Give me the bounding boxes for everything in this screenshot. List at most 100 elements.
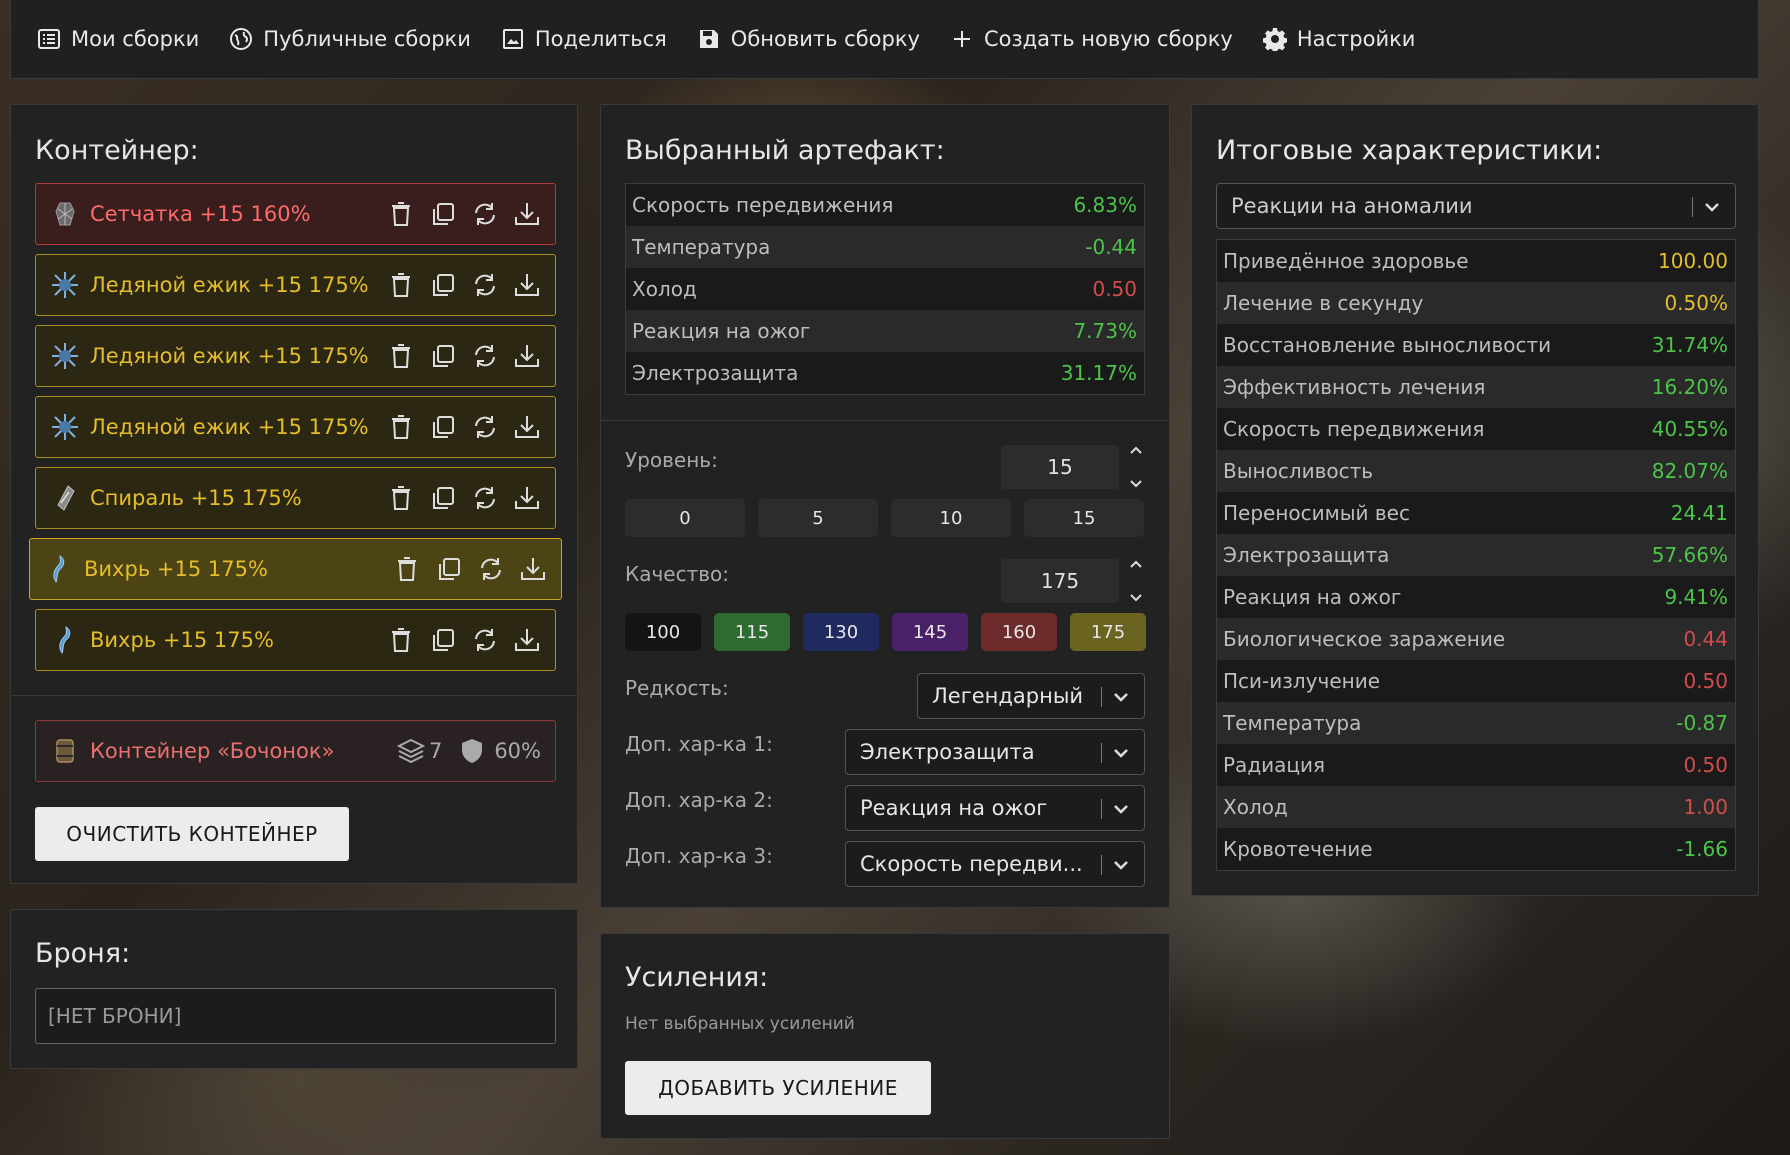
download-icon[interactable] xyxy=(513,626,541,654)
quality-preset-chip[interactable]: 160 xyxy=(981,613,1057,651)
quality-stepper[interactable] xyxy=(1127,559,1145,603)
quality-preset-chip[interactable]: 130 xyxy=(803,613,879,651)
trash-icon[interactable] xyxy=(387,342,415,370)
stat-name: Реакция на ожог xyxy=(1223,585,1402,609)
level-preset-chip[interactable]: 0 xyxy=(625,499,745,537)
copy-icon[interactable] xyxy=(429,342,457,370)
extra2-select[interactable]: Реакция на ожог xyxy=(845,785,1145,831)
barrel-container-row[interactable]: Контейнер «Бочонок» 7 60% xyxy=(35,720,556,782)
refresh-icon[interactable] xyxy=(471,413,499,441)
armor-placeholder: [НЕТ БРОНИ] xyxy=(48,1004,182,1028)
stat-row: Реакция на ожог 9.41% xyxy=(1217,576,1735,618)
refresh-icon[interactable] xyxy=(471,626,499,654)
extra3-select[interactable]: Скорость передви... xyxy=(845,841,1145,887)
trash-icon[interactable] xyxy=(387,413,415,441)
stat-value: 9.41% xyxy=(1664,585,1728,609)
copy-icon[interactable] xyxy=(435,555,463,583)
chevron-up-icon[interactable] xyxy=(1129,559,1143,569)
nav-share[interactable]: Поделиться xyxy=(501,27,667,51)
trash-icon[interactable] xyxy=(387,626,415,654)
download-icon[interactable] xyxy=(519,555,547,583)
stat-name: Переносимый вес xyxy=(1223,501,1410,525)
barrel-label: Контейнер «Бочонок» xyxy=(90,739,335,763)
artifact-row[interactable]: Вихрь +15 175% xyxy=(29,538,562,600)
trash-icon[interactable] xyxy=(387,271,415,299)
stat-name: Электрозащита xyxy=(632,361,799,385)
artifact-row[interactable]: Ледяной ежик +15 175% xyxy=(35,396,556,458)
nav-share-label: Поделиться xyxy=(534,27,667,51)
stat-name: Электрозащита xyxy=(1223,543,1390,567)
level-stepper[interactable] xyxy=(1127,445,1145,489)
chevron-down-icon xyxy=(1114,749,1128,758)
copy-icon[interactable] xyxy=(429,413,457,441)
totals-filter-select[interactable]: Реакции на аномалии xyxy=(1216,183,1736,229)
chevron-down-icon[interactable] xyxy=(1129,479,1143,489)
nav-my-builds[interactable]: Мои сборки xyxy=(37,27,199,51)
level-preset-chip[interactable]: 15 xyxy=(1024,499,1144,537)
quality-preset-chip[interactable]: 145 xyxy=(892,613,968,651)
download-icon[interactable] xyxy=(513,271,541,299)
stat-row: Приведённое здоровье 100.00 xyxy=(1217,240,1735,282)
clear-container-button[interactable]: ОЧИСТИТЬ КОНТЕЙНЕР xyxy=(35,807,349,861)
download-icon[interactable] xyxy=(513,413,541,441)
rarity-select[interactable]: Легендарный xyxy=(917,673,1145,719)
stat-row: Лечение в секунду 0.50% xyxy=(1217,282,1735,324)
nav-create-build[interactable]: Создать новую сборку xyxy=(950,27,1233,51)
artifact-actions xyxy=(393,555,547,583)
armor-select[interactable]: [НЕТ БРОНИ] xyxy=(35,988,556,1044)
artifact-label: Сетчатка +15 160% xyxy=(90,202,311,226)
image-icon xyxy=(501,27,525,51)
artifact-row[interactable]: Ледяной ежик +15 175% xyxy=(35,254,556,316)
artifact-actions xyxy=(387,484,541,512)
copy-icon[interactable] xyxy=(429,200,457,228)
quality-preset-chip[interactable]: 175 xyxy=(1070,613,1146,651)
download-icon[interactable] xyxy=(513,342,541,370)
download-icon[interactable] xyxy=(513,200,541,228)
armor-title: Броня: xyxy=(35,938,131,969)
refresh-icon[interactable] xyxy=(471,484,499,512)
stat-name: Реакция на ожог xyxy=(632,319,811,343)
level-input[interactable]: 15 xyxy=(1001,445,1119,489)
copy-icon[interactable] xyxy=(429,271,457,299)
stat-name: Биологическое заражение xyxy=(1223,627,1506,651)
chevron-up-icon[interactable] xyxy=(1129,445,1143,455)
refresh-icon[interactable] xyxy=(471,342,499,370)
nav-public-builds[interactable]: Публичные сборки xyxy=(229,27,471,51)
stat-name: Выносливость xyxy=(1223,459,1374,483)
level-preset-chip[interactable]: 10 xyxy=(891,499,1011,537)
trash-icon[interactable] xyxy=(387,484,415,512)
artifact-row[interactable]: Спираль +15 175% xyxy=(35,467,556,529)
quality-preset-chip[interactable]: 115 xyxy=(714,613,790,651)
refresh-icon[interactable] xyxy=(471,200,499,228)
globe-icon xyxy=(229,27,253,51)
chevron-down-icon[interactable] xyxy=(1129,593,1143,603)
copy-icon[interactable] xyxy=(429,484,457,512)
artifact-row[interactable]: Сетчатка +15 160% xyxy=(35,183,556,245)
extra3-value: Скорость передви... xyxy=(860,852,1083,876)
level-preset-chip[interactable]: 5 xyxy=(758,499,878,537)
artifact-actions xyxy=(387,413,541,441)
copy-icon[interactable] xyxy=(429,626,457,654)
stat-row: Реакция на ожог 7.73% xyxy=(626,310,1144,352)
artifact-row[interactable]: Вихрь +15 175% xyxy=(35,609,556,671)
add-boost-button[interactable]: ДОБАВИТЬ УСИЛЕНИЕ xyxy=(625,1061,931,1115)
artifact-actions xyxy=(387,271,541,299)
refresh-icon[interactable] xyxy=(471,271,499,299)
container-panel: Контейнер: Сетчатка +15 160% Ледяной ежик… xyxy=(10,104,578,884)
chevron-down-icon xyxy=(1114,693,1128,702)
download-icon[interactable] xyxy=(513,484,541,512)
barrel-icon xyxy=(50,736,80,766)
nav-settings[interactable]: Настройки xyxy=(1262,27,1415,51)
nav-update-build[interactable]: Обновить сборку xyxy=(697,27,920,51)
trash-icon[interactable] xyxy=(387,200,415,228)
artifact-row[interactable]: Ледяной ежик +15 175% xyxy=(35,325,556,387)
refresh-icon[interactable] xyxy=(477,555,505,583)
quality-input[interactable]: 175 xyxy=(1001,559,1119,603)
quality-preset-chip[interactable]: 100 xyxy=(625,613,701,651)
stat-value: 31.74% xyxy=(1651,333,1728,357)
stat-row: Холод 1.00 xyxy=(1217,786,1735,828)
extra1-select[interactable]: Электрозащита xyxy=(845,729,1145,775)
armor-panel: Броня: [НЕТ БРОНИ] xyxy=(10,909,578,1069)
trash-icon[interactable] xyxy=(393,555,421,583)
stat-value: 82.07% xyxy=(1651,459,1728,483)
